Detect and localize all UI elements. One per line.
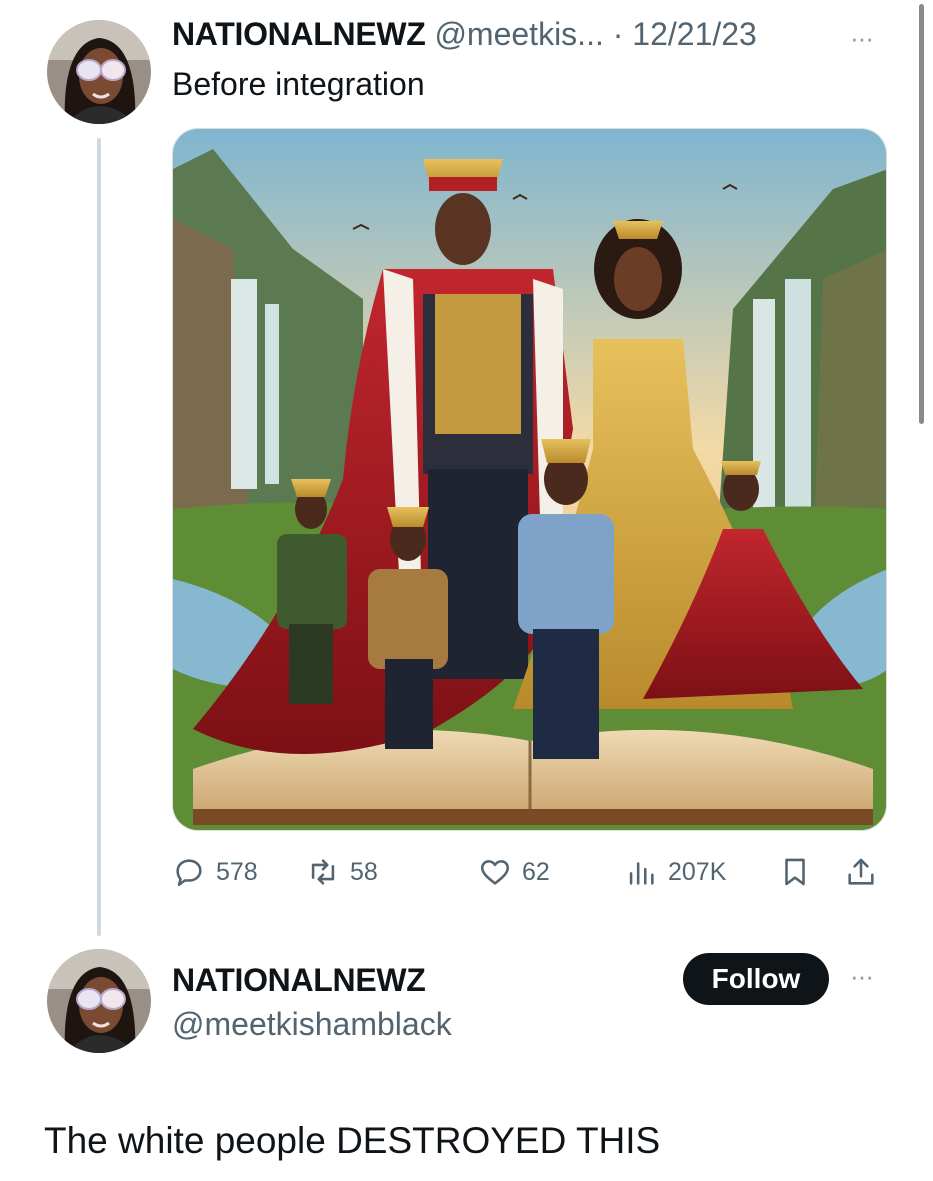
action-bar: 578 58 62 207K bbox=[172, 850, 892, 894]
separator-dot: · bbox=[612, 16, 624, 52]
reply-icon bbox=[176, 859, 202, 887]
share-button[interactable] bbox=[844, 850, 888, 894]
image-illustration bbox=[173, 129, 886, 830]
post-body-text: The white people DESTROYED THIS bbox=[44, 1120, 661, 1161]
post-text: Before integration bbox=[172, 66, 425, 102]
author-name[interactable]: NATIONALNEWZ bbox=[172, 16, 426, 52]
post-date[interactable]: 12/21/23 bbox=[632, 16, 757, 52]
share-icon bbox=[848, 858, 874, 885]
profile-handle[interactable]: @meetkishamblack bbox=[172, 1004, 452, 1044]
like-count: 62 bbox=[522, 857, 550, 886]
thread-line bbox=[97, 138, 101, 936]
author-handle[interactable]: @meetkis... bbox=[434, 16, 603, 52]
profile-avatar[interactable] bbox=[47, 949, 151, 1053]
views-count: 207K bbox=[668, 857, 727, 886]
more-icon[interactable]: ··· bbox=[850, 25, 874, 51]
scrollbar[interactable] bbox=[919, 4, 924, 424]
post-image[interactable] bbox=[172, 128, 887, 831]
reply-count: 578 bbox=[216, 857, 258, 886]
follow-button[interactable]: Follow bbox=[683, 953, 829, 1005]
more-icon[interactable]: ··· bbox=[850, 963, 874, 989]
repost-count: 58 bbox=[350, 857, 378, 886]
bookmark-button[interactable] bbox=[778, 850, 822, 894]
post-header: NATIONALNEWZ @meetkis... · 12/21/23 bbox=[172, 14, 757, 54]
like-button[interactable]: 62 bbox=[478, 850, 550, 894]
repost-button[interactable]: 58 bbox=[306, 850, 378, 894]
views-icon bbox=[629, 862, 654, 885]
profile-name[interactable]: NATIONALNEWZ bbox=[172, 960, 426, 1000]
like-icon bbox=[480, 860, 510, 885]
repost-icon bbox=[311, 859, 335, 885]
views-button[interactable]: 207K bbox=[624, 850, 726, 894]
bookmark-icon bbox=[785, 858, 805, 886]
author-avatar[interactable] bbox=[47, 20, 151, 124]
reply-button[interactable]: 578 bbox=[172, 850, 258, 894]
